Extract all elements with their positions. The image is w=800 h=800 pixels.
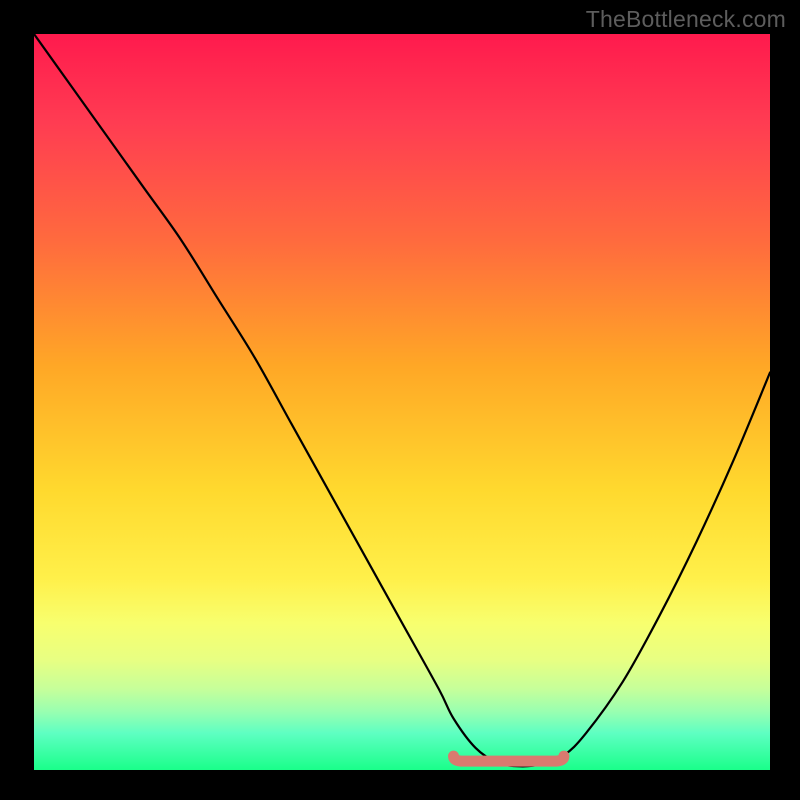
plot-area (34, 34, 770, 770)
chart-frame: TheBottleneck.com (0, 0, 800, 800)
bottleneck-curve (34, 34, 770, 770)
watermark-text: TheBottleneck.com (586, 6, 786, 33)
